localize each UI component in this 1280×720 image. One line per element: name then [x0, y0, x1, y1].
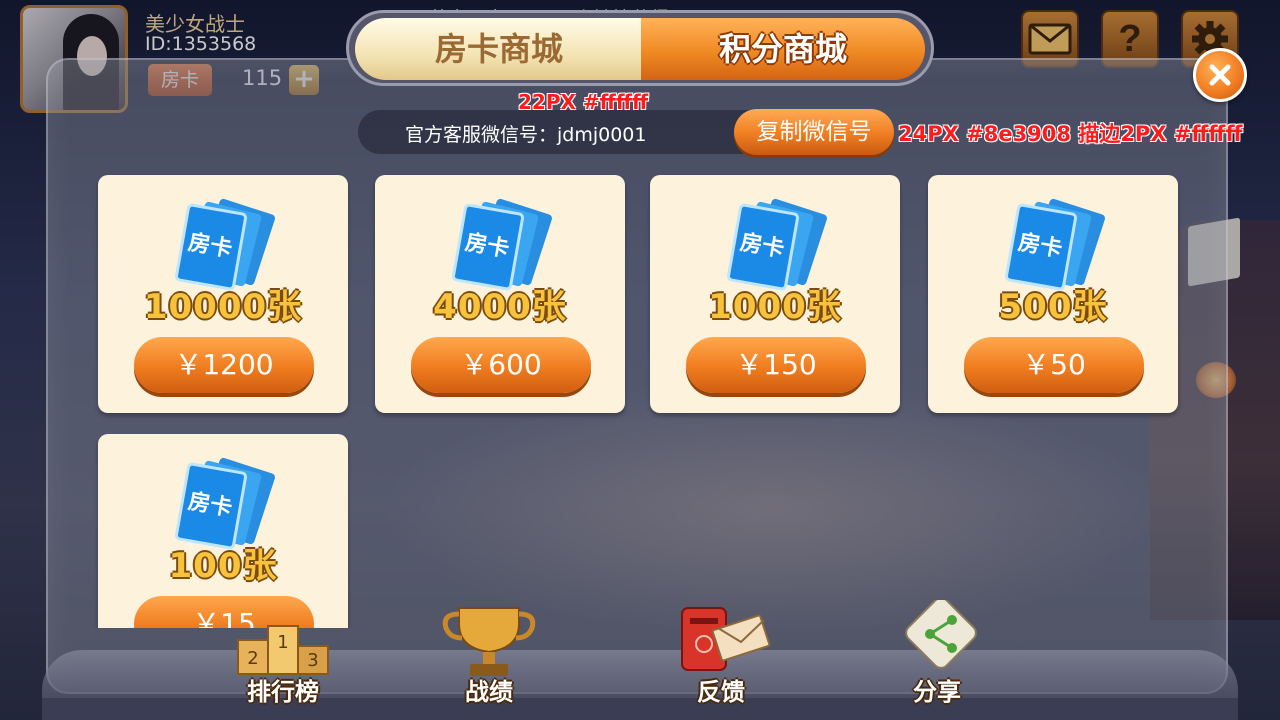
item-quantity: 4000张: [433, 287, 567, 327]
svg-text:3: 3: [307, 650, 318, 671]
mailbox-icon: [681, 607, 771, 671]
svg-text:2: 2: [247, 648, 258, 669]
share-icon: [905, 597, 977, 669]
shop-item[interactable]: 房卡 500张 ￥50: [928, 175, 1178, 413]
podium-icon: 2 1 3: [237, 625, 329, 675]
shop-item[interactable]: 房卡 10000张 ￥1200: [98, 175, 348, 413]
shop-item[interactable]: 房卡 100张 ￥15: [98, 434, 348, 628]
trophy-icon: [442, 607, 536, 676]
svg-text:1: 1: [277, 632, 288, 653]
nav-feedback-label: 反馈: [697, 678, 745, 706]
item-quantity: 1000张: [708, 287, 842, 327]
buy-button[interactable]: ￥150: [686, 337, 866, 393]
shop-grid: 房卡 10000张 ￥1200 房卡 4000张 ￥600 房卡 1000张 ￥…: [0, 0, 1280, 628]
nav-records-label: 战绩: [465, 678, 513, 706]
bottom-nav-base: [42, 698, 1238, 720]
nav-share-label: 分享: [913, 678, 961, 706]
buy-button[interactable]: ￥50: [964, 337, 1144, 393]
item-quantity: 10000张: [143, 287, 303, 327]
nav-leaderboard-label: 排行榜: [247, 678, 319, 706]
nav-leaderboard[interactable]: 2 1 3 排行榜: [228, 600, 338, 710]
shop-item[interactable]: 房卡 1000张 ￥150: [650, 175, 900, 413]
buy-button[interactable]: ￥1200: [134, 337, 314, 393]
nav-records[interactable]: 战绩: [434, 600, 544, 710]
nav-share[interactable]: 分享: [882, 597, 992, 710]
buy-button[interactable]: ￥600: [411, 337, 591, 393]
nav-feedback[interactable]: 反馈: [666, 600, 776, 710]
item-quantity: 100张: [168, 546, 278, 586]
item-quantity: 500张: [998, 287, 1108, 327]
shop-item[interactable]: 房卡 4000张 ￥600: [375, 175, 625, 413]
